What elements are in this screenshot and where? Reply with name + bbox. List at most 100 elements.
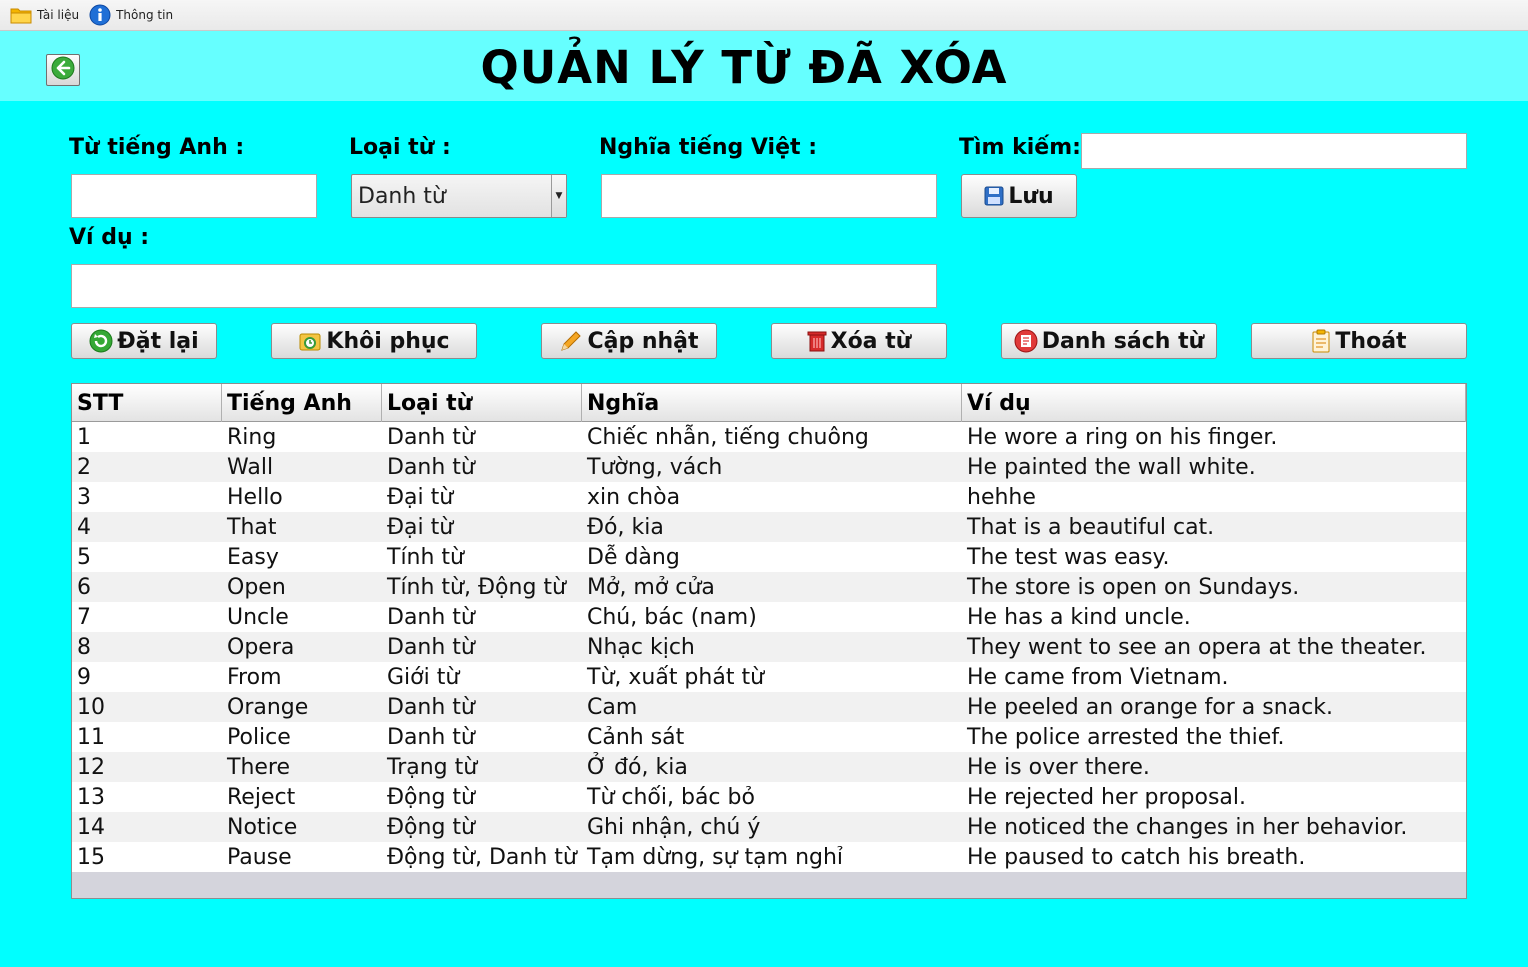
menu-item-documents-label: Tài liệu [37, 8, 80, 22]
stt-cell: 9 [77, 664, 91, 690]
type-cell: Tính từ [387, 544, 464, 570]
example-cell: He came from Vietnam. [967, 664, 1229, 690]
info-icon [89, 4, 111, 26]
stt-cell: 1 [77, 424, 91, 450]
chevron-down-icon[interactable]: ▼ [551, 175, 566, 217]
floppy-disk-icon [984, 186, 1004, 206]
word-type-select[interactable]: Danh từ ▼ [351, 174, 567, 218]
example-cell: They went to see an opera at the theater… [967, 634, 1427, 660]
table-row[interactable]: 13 Reject Động từ Từ chối, bác bỏ He rejecte… [72, 782, 1466, 812]
meaning-cell: Chiếc nhẫn, tiếng chuông [587, 424, 869, 450]
type-cell: Tính từ, Động từ [387, 574, 566, 600]
meaning-cell: Từ, xuất phát từ [587, 664, 765, 690]
restore-box-icon [298, 330, 322, 352]
meaning-cell: Nhạc kịch [587, 634, 695, 660]
english-cell: That [227, 514, 277, 540]
meaning-label: Nghĩa tiếng Việt : [599, 135, 817, 160]
table-row[interactable]: 9 From Giới từ Từ, xuất phát từ He came from… [72, 662, 1466, 692]
save-button-label: Lưu [1008, 183, 1054, 209]
type-cell: Danh từ [387, 634, 475, 660]
meaning-input[interactable] [601, 174, 937, 218]
meaning-cell: Chú, bác (nam) [587, 604, 757, 630]
example-cell: The police arrested the thief. [967, 724, 1285, 750]
type-cell: Danh từ [387, 604, 475, 630]
meaning-cell: Mở, mở cửa [587, 574, 715, 600]
type-cell: Danh từ [387, 454, 475, 480]
table-row[interactable]: 11 Police Danh từ Cảnh sát The police arrest… [72, 722, 1466, 752]
table-row[interactable]: 7 Uncle Danh từ Chú, bác (nam) He has a kind… [72, 602, 1466, 632]
meaning-cell: Đó, kia [587, 514, 664, 540]
english-cell: Police [227, 724, 291, 750]
menu-item-documents[interactable]: Tài liệu [6, 0, 83, 31]
menu-item-info[interactable]: Thông tin [85, 0, 177, 31]
type-cell: Giới từ [387, 664, 460, 690]
table-header: STT Tiếng Anh Loại từ Nghĩa Ví dụ [72, 384, 1466, 422]
table-row[interactable]: 1 Ring Danh từ Chiếc nhẫn, tiếng chuông He w… [72, 422, 1466, 452]
english-word-input[interactable] [71, 174, 317, 218]
restore-button[interactable]: Khôi phục [271, 323, 477, 359]
type-cell: Động từ, Danh từ [387, 844, 577, 870]
stt-cell: 7 [77, 604, 91, 630]
stt-cell: 2 [77, 454, 91, 480]
update-button[interactable]: Cập nhật [541, 323, 717, 359]
save-button[interactable]: Lưu [961, 174, 1077, 218]
page-title: QUẢN LÝ TỪ ĐÃ XÓA [480, 41, 1008, 94]
stt-cell: 14 [77, 814, 105, 840]
example-cell: He noticed the changes in her behavior. [967, 814, 1408, 840]
delete-button[interactable]: Xóa từ [771, 323, 947, 359]
english-cell: Hello [227, 484, 283, 510]
meaning-cell: Cam [587, 694, 638, 720]
meaning-cell: Tường, vách [587, 454, 723, 480]
word-list-button[interactable]: Danh sách từ [1001, 323, 1217, 359]
stt-cell: 12 [77, 754, 105, 780]
table-row[interactable]: 4 That Đại từ Đó, kia That is a beautiful ca… [72, 512, 1466, 542]
example-cell: He is over there. [967, 754, 1150, 780]
search-input[interactable] [1081, 133, 1467, 169]
english-cell: Easy [227, 544, 279, 570]
word-list-button-label: Danh sách từ [1041, 328, 1205, 354]
restore-button-label: Khôi phục [326, 328, 450, 354]
exit-button-label: Thoát [1335, 328, 1407, 354]
table-row[interactable]: 8 Opera Danh từ Nhạc kịch They went to see a… [72, 632, 1466, 662]
meaning-cell: Ở đó, kia [587, 754, 688, 780]
table-row[interactable]: 2 Wall Danh từ Tường, vách He painted the wa… [72, 452, 1466, 482]
example-cell: That is a beautiful cat. [967, 514, 1215, 540]
type-cell: Đại từ [387, 484, 454, 510]
folder-icon [10, 6, 32, 24]
meaning-cell: Cảnh sát [587, 724, 685, 750]
reset-button[interactable]: Đặt lại [71, 323, 217, 359]
example-cell: He paused to catch his breath. [967, 844, 1306, 870]
column-header-type[interactable]: Loại từ [382, 384, 582, 422]
table-row[interactable]: 12 There Trạng từ Ở đó, kia He is over there… [72, 752, 1466, 782]
example-cell: He wore a ring on his finger. [967, 424, 1278, 450]
example-cell: He peeled an orange for a snack. [967, 694, 1333, 720]
column-header-meaning[interactable]: Nghĩa [582, 384, 962, 422]
stt-cell: 11 [77, 724, 105, 750]
example-input[interactable] [71, 264, 937, 308]
table-row[interactable]: 14 Notice Động từ Ghi nhận, chú ý He noticed… [72, 812, 1466, 842]
deleted-words-table[interactable]: STT Tiếng Anh Loại từ Nghĩa Ví dụ 1 Ring D… [71, 383, 1467, 899]
table-row[interactable]: 5 Easy Tính từ Dễ dàng The test was easy. [72, 542, 1466, 572]
table-row[interactable]: 3 Hello Đại từ xin chòa hehhe [72, 482, 1466, 512]
reset-button-label: Đặt lại [117, 328, 199, 354]
stt-cell: 5 [77, 544, 91, 570]
column-header-stt[interactable]: STT [72, 384, 222, 422]
search-label: Tìm kiếm: [959, 135, 1081, 160]
english-cell: Opera [227, 634, 295, 660]
table-row[interactable]: 10 Orange Danh từ Cam He peeled an orange fo… [72, 692, 1466, 722]
word-type-label: Loại từ : [349, 135, 451, 160]
stt-cell: 13 [77, 784, 105, 810]
english-cell: Uncle [227, 604, 289, 630]
delete-button-label: Xóa từ [830, 328, 912, 354]
exit-button[interactable]: Thoát [1251, 323, 1467, 359]
example-cell: He has a kind uncle. [967, 604, 1191, 630]
meaning-cell: Dễ dàng [587, 544, 680, 570]
type-cell: Danh từ [387, 424, 475, 450]
menu-item-info-label: Thông tin [116, 8, 174, 22]
english-cell: Open [227, 574, 286, 600]
table-row[interactable]: 15 Pause Động từ, Danh từ Tạm dừng, sự tạm … [72, 842, 1466, 872]
column-header-english[interactable]: Tiếng Anh [222, 384, 382, 422]
column-header-example[interactable]: Ví dụ [962, 384, 1466, 422]
type-cell: Danh từ [387, 724, 475, 750]
table-row[interactable]: 6 Open Tính từ, Động từ Mở, mở cửa The store… [72, 572, 1466, 602]
